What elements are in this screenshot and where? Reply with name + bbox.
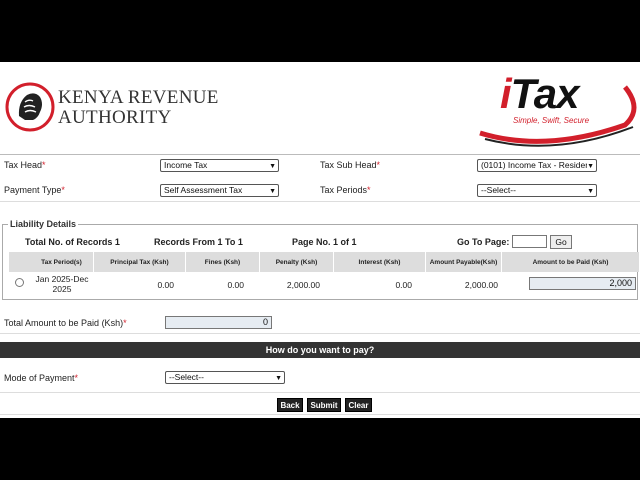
kra-wordmark: Kenya Revenue Authority bbox=[58, 88, 219, 128]
col-principal-tax: Principal Tax (Ksh) bbox=[94, 252, 186, 272]
submit-button[interactable]: Submit bbox=[307, 398, 341, 412]
chevron-down-icon: ▼ bbox=[269, 163, 276, 170]
cell-penalty: 2,000.00 bbox=[286, 280, 320, 290]
tax-head-label: Tax Head* bbox=[4, 160, 46, 170]
top-letterbox bbox=[0, 0, 640, 62]
tax-periods-select[interactable]: --Select-- ▼ bbox=[477, 184, 597, 197]
tax-head-select[interactable]: Income Tax ▼ bbox=[160, 159, 279, 172]
tax-periods-label: Tax Periods* bbox=[320, 185, 371, 195]
cell-fines: 0.00 bbox=[227, 280, 244, 290]
col-amount-payable: Amount Payable(Ksh) bbox=[426, 252, 502, 272]
itax-rest: Tax bbox=[510, 70, 580, 117]
go-to-page-input[interactable] bbox=[512, 235, 547, 248]
row-select-radio[interactable] bbox=[15, 278, 24, 287]
itax-tagline: Simple, Swift, Secure bbox=[513, 116, 590, 125]
cell-principal: 0.00 bbox=[157, 280, 174, 290]
total-records: Total No. of Records 1 bbox=[25, 237, 120, 247]
total-amount-label: Total Amount to be Paid (Ksh)* bbox=[4, 318, 127, 328]
col-amount-to-pay: Amount to be Paid (Ksh) bbox=[502, 252, 640, 272]
page-number: Page No. 1 of 1 bbox=[292, 237, 357, 247]
chevron-down-icon: ▼ bbox=[587, 161, 594, 171]
itax-i: i bbox=[500, 70, 512, 117]
cell-tax-period: Jan 2025-Dec 2025 bbox=[35, 274, 89, 294]
go-button[interactable]: Go bbox=[550, 235, 572, 249]
total-divider bbox=[0, 333, 640, 334]
amount-to-pay-input[interactable]: 2,000 bbox=[529, 277, 636, 290]
liability-legend: Liability Details bbox=[8, 219, 79, 229]
records-range: Records From 1 To 1 bbox=[154, 237, 243, 247]
itax-wordmark: iTax bbox=[500, 70, 579, 118]
kra-lion-logo-icon bbox=[5, 82, 55, 132]
mode-of-payment-label: Mode of Payment* bbox=[4, 373, 79, 383]
col-penalty: Penalty (Ksh) bbox=[260, 252, 334, 272]
go-to-page-label: Go To Page: bbox=[457, 237, 510, 247]
total-amount-field: 0 bbox=[165, 316, 272, 329]
back-button[interactable]: Back bbox=[277, 398, 303, 412]
payment-section-title: How do you want to pay? bbox=[0, 342, 640, 358]
payment-type-label: Payment Type* bbox=[4, 185, 65, 195]
buttons-divider bbox=[0, 392, 640, 393]
tax-sub-head-label: Tax Sub Head* bbox=[320, 160, 381, 170]
kra-line-1: Kenya Revenue bbox=[58, 87, 219, 108]
tax-sub-head-select[interactable]: (0101) Income Tax - Resident ▼ bbox=[477, 159, 597, 172]
payment-type-select[interactable]: Self Assessment Tax ▼ bbox=[160, 184, 279, 197]
chevron-down-icon: ▼ bbox=[587, 188, 594, 195]
kra-line-2: Authority bbox=[58, 107, 172, 128]
col-interest: Interest (Ksh) bbox=[334, 252, 426, 272]
mode-of-payment-select[interactable]: --Select-- ▼ bbox=[165, 371, 285, 384]
col-fines: Fines (Ksh) bbox=[186, 252, 260, 272]
cell-interest: 0.00 bbox=[395, 280, 412, 290]
chevron-down-icon: ▼ bbox=[275, 375, 282, 382]
clear-button[interactable]: Clear bbox=[345, 398, 372, 412]
col-tax-period: Tax Period(s) bbox=[30, 252, 94, 272]
footer-divider bbox=[0, 414, 640, 415]
chevron-down-icon: ▼ bbox=[269, 188, 276, 195]
header-divider bbox=[0, 154, 640, 155]
itax-payment-page: Kenya Revenue Authority iTax Simple, Swi… bbox=[0, 62, 640, 418]
bottom-letterbox bbox=[0, 418, 640, 480]
cell-amount-payable: 2,000.00 bbox=[464, 280, 498, 290]
form-divider bbox=[0, 201, 640, 202]
